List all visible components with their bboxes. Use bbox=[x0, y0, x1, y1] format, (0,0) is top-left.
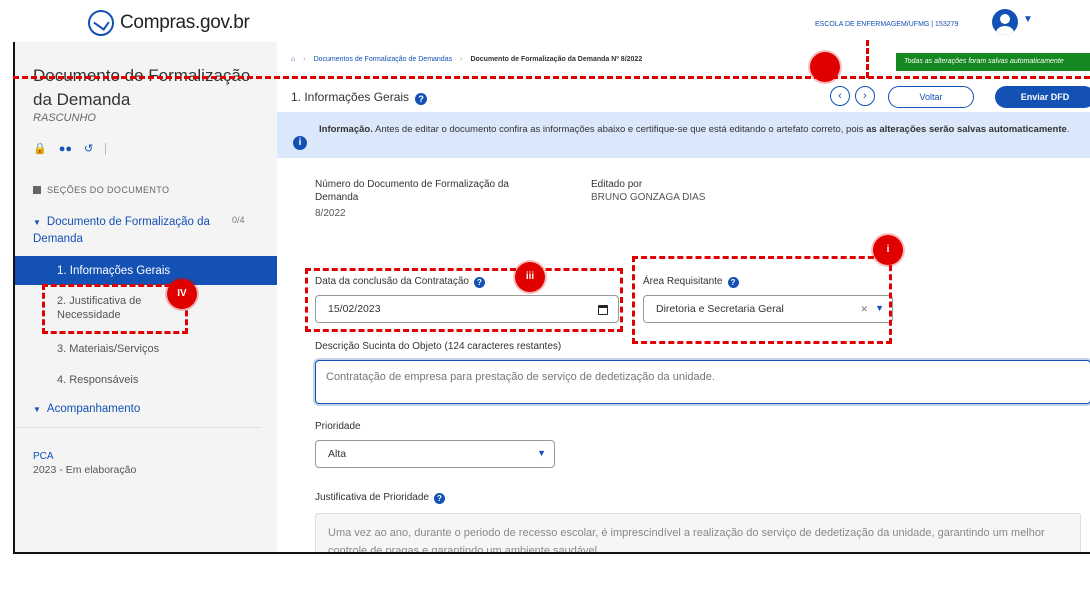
lock-icon[interactable]: 🔒 bbox=[33, 142, 47, 155]
user-info[interactable]: ESCOLA DE ENFERMAGEM/UFMG | 153279 bbox=[815, 21, 958, 28]
info-alert-end: . bbox=[1066, 124, 1070, 135]
info-alert-label: Informação. bbox=[319, 124, 373, 135]
info-alert: i Informação. Antes de editar o document… bbox=[277, 112, 1090, 158]
section-title: 1. Informações Gerais? bbox=[291, 90, 428, 105]
breadcrumb: ⌂ › Documentos de Formalização de Demand… bbox=[291, 56, 642, 63]
document-number-label: Número do Documento de Formalização da D… bbox=[315, 179, 509, 203]
breadcrumb-link[interactable]: Documentos de Formalização de Demandas bbox=[314, 56, 453, 63]
home-icon[interactable]: ⌂ bbox=[291, 56, 295, 63]
sidebar-item-materiais-servicos[interactable]: 3. Materiais/Serviços bbox=[57, 342, 159, 356]
breadcrumb-current: Documento de Formalização da Demanda Nº … bbox=[470, 56, 643, 63]
priority-justification-label-text: Justificativa de Prioridade bbox=[315, 492, 429, 503]
logo-icon bbox=[88, 10, 114, 36]
pca-value: 2023 - Em elaboração bbox=[33, 464, 137, 476]
priority-justification-label: Justificativa de Prioridade? bbox=[315, 492, 445, 504]
editor-value: BRUNO GONZAGA DIAS bbox=[591, 192, 706, 203]
sidebar-follow-label: Acompanhamento bbox=[46, 403, 141, 415]
priority-label: Prioridade bbox=[315, 421, 361, 432]
annotation-marker-i: i bbox=[873, 235, 903, 265]
info-alert-body: Antes de editar o documento confira as i… bbox=[374, 124, 864, 135]
annotation-dashed-line bbox=[13, 76, 1090, 79]
voltar-button[interactable]: Voltar bbox=[888, 86, 974, 108]
priority-justification-textarea[interactable]: Uma vez ao ano, durante o periodo de rec… bbox=[315, 513, 1081, 552]
document-status: RASCUNHO bbox=[33, 112, 96, 124]
section-title-text: 1. Informações Gerais bbox=[291, 90, 410, 104]
annotation-marker-iv: IV bbox=[167, 279, 197, 309]
chevron-right-icon: › bbox=[460, 56, 463, 63]
logo-text: Compras.gov.br bbox=[120, 12, 250, 33]
annotation-marker-ii bbox=[810, 52, 840, 82]
info-alert-text: Informação. Antes de editar o documento … bbox=[319, 123, 1089, 137]
editor-label: Editado por bbox=[591, 179, 643, 190]
user-avatar-icon[interactable] bbox=[992, 9, 1018, 35]
chevron-down-icon: ▼ bbox=[33, 405, 41, 414]
users-icon[interactable]: ●● bbox=[59, 143, 72, 155]
sections-header: SEÇÕES DO DOCUMENTO bbox=[33, 185, 169, 195]
chevron-down-icon[interactable]: ▼ bbox=[537, 448, 546, 458]
top-bar: Compras.gov.br ESCOLA DE ENFERMAGEM/UFMG… bbox=[0, 0, 1090, 42]
enviar-dfd-button[interactable]: Enviar DFD bbox=[995, 86, 1090, 108]
divider bbox=[105, 142, 107, 155]
sidebar-group-label: Documento de Formalização da Demanda bbox=[33, 216, 210, 245]
sections-header-label: SEÇÕES DO DOCUMENTO bbox=[47, 185, 170, 195]
sidebar-divider bbox=[15, 427, 260, 428]
help-icon[interactable]: ? bbox=[433, 493, 445, 504]
document-title: Documento de Formalização da Demanda bbox=[33, 66, 251, 109]
document-actions: 🔒 ●● ↺ bbox=[33, 142, 107, 155]
chevron-right-icon: › bbox=[303, 56, 306, 63]
sidebar-group-count: 0/4 bbox=[232, 215, 245, 225]
document-icon bbox=[33, 186, 41, 194]
help-icon[interactable]: ? bbox=[415, 93, 428, 105]
next-section-button[interactable]: › bbox=[855, 86, 875, 106]
pca-label[interactable]: PCA bbox=[33, 451, 54, 462]
annotation-box-area bbox=[632, 256, 892, 344]
annotation-box-date bbox=[305, 268, 623, 332]
previous-section-button[interactable]: ‹ bbox=[830, 86, 850, 106]
info-icon: i bbox=[293, 136, 307, 150]
sidebar-group-dfd[interactable]: ▼ Documento de Formalização da Demanda bbox=[33, 214, 243, 247]
document-number-value: 8/2022 bbox=[315, 208, 346, 219]
logo[interactable]: Compras.gov.br bbox=[88, 10, 250, 36]
history-icon[interactable]: ↺ bbox=[84, 142, 93, 155]
sidebar-item-informacoes-gerais[interactable]: 1. Informações Gerais bbox=[15, 256, 277, 285]
annotation-dashed-line bbox=[866, 40, 869, 78]
priority-select-value: Alta bbox=[328, 448, 347, 460]
description-label: Descrição Sucinta do Objeto (124 caracte… bbox=[315, 341, 562, 352]
priority-select[interactable]: Alta ▼ bbox=[315, 440, 555, 468]
chevron-down-icon[interactable]: ▼ bbox=[1023, 14, 1033, 25]
sidebar-item-acompanhamento[interactable]: ▼ Acompanhamento bbox=[33, 403, 140, 415]
chevron-down-icon: ▼ bbox=[33, 218, 41, 227]
description-textarea[interactable]: Contratação de empresa para prestação de… bbox=[315, 360, 1090, 404]
info-alert-bold-tail: as alterações serão salvas automaticamen… bbox=[866, 124, 1067, 135]
sidebar-item-responsaveis[interactable]: 4. Responsáveis bbox=[57, 373, 138, 387]
autosave-banner: Todas as alterações foram salvas automat… bbox=[896, 53, 1090, 71]
annotation-marker-iii: iii bbox=[515, 262, 545, 292]
